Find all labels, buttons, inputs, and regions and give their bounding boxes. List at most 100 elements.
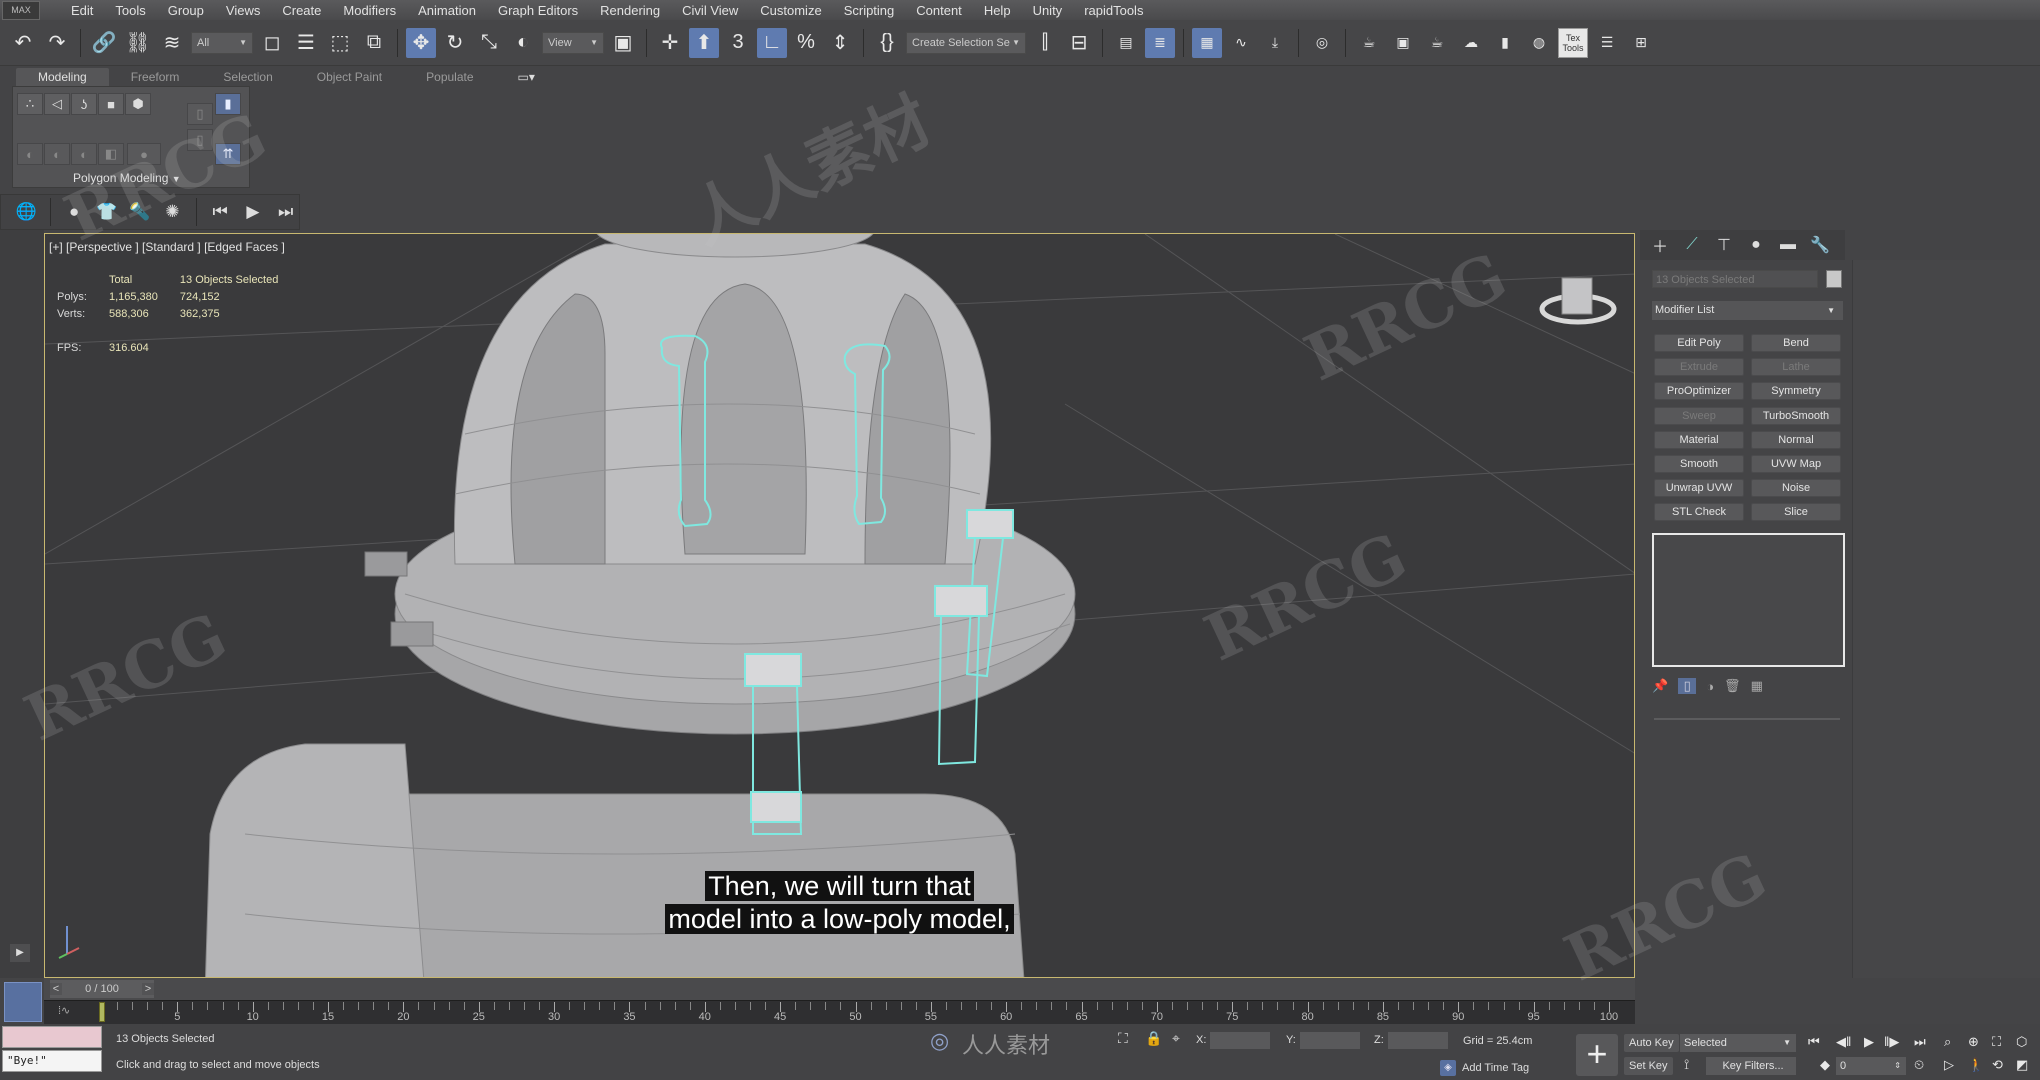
viewport-layout-icon[interactable]: ⊞	[1626, 28, 1656, 58]
pin-stack-icon[interactable]: 📌	[1652, 678, 1668, 694]
shrink-icon[interactable]: ◐	[44, 143, 70, 165]
remove-modifier-icon[interactable]: 🗑	[1724, 678, 1741, 694]
menu-tools[interactable]: Tools	[104, 3, 156, 18]
menu-content[interactable]: Content	[905, 3, 973, 18]
current-frame-marker[interactable]	[99, 1002, 105, 1022]
set-key-button[interactable]: Set Key	[1624, 1057, 1673, 1075]
selection-filter-dropdown[interactable]: All ▼	[191, 31, 253, 54]
modifier-button-noise[interactable]: Noise	[1751, 479, 1841, 498]
border-mode-icon[interactable]: ʖ	[71, 93, 97, 115]
modifier-button-extrude[interactable]: Extrude	[1654, 358, 1744, 377]
mini-curve-editor-icon[interactable]: ⁞∿	[58, 1004, 70, 1017]
render-production-icon[interactable]: ☕	[1422, 28, 1452, 58]
ribbon-toggle-icon[interactable]: ▦	[1192, 27, 1222, 58]
modifier-button-lathe[interactable]: Lathe	[1751, 358, 1841, 377]
menu-civil-view[interactable]: Civil View	[671, 3, 749, 18]
key-mode-toggle-icon[interactable]: ◆	[1820, 1057, 1830, 1073]
modifier-button-sweep[interactable]: Sweep	[1654, 406, 1744, 425]
menu-graph-editors[interactable]: Graph Editors	[487, 3, 589, 18]
zoom-icon[interactable]: ⌕	[1944, 1034, 1951, 1050]
zoom-extents-icon[interactable]: ⛶	[1992, 1034, 2001, 1050]
next-frame-icon[interactable]: >	[141, 983, 154, 995]
object-color-swatch[interactable]	[1826, 270, 1842, 288]
motion-tab-icon[interactable]: ●	[1744, 233, 1768, 257]
tab-populate[interactable]: Populate	[404, 68, 495, 86]
collapse-stack-icon[interactable]: ▯	[187, 103, 213, 125]
go-to-start-icon[interactable]: ⏮	[1808, 1034, 1820, 1050]
rotate-icon[interactable]: ↻	[440, 28, 470, 58]
time-slider[interactable]: < 0 / 100 >	[44, 978, 1635, 1000]
key-mode-dropdown[interactable]: Selected ▼	[1680, 1034, 1796, 1052]
modifier-button-uvw-map[interactable]: UVW Map	[1751, 455, 1841, 473]
modifier-button-symmetry[interactable]: Symmetry	[1751, 382, 1841, 401]
show-end-result-icon[interactable]: ▮	[215, 93, 241, 115]
menu-scripting[interactable]: Scripting	[833, 3, 906, 18]
tab-object-paint[interactable]: Object Paint	[295, 68, 404, 86]
layer-explorer-icon[interactable]: ≣	[1145, 27, 1175, 58]
y-coordinate-field[interactable]	[1300, 1032, 1360, 1049]
configure-modifier-sets-icon[interactable]: ▦	[1751, 678, 1763, 694]
loop-icon[interactable]: ◐	[71, 143, 97, 165]
tab-modeling[interactable]: Modeling	[16, 68, 109, 86]
angle-snap-icon[interactable]: ∟	[757, 27, 787, 58]
show-end-result-icon[interactable]: ▯	[1678, 678, 1697, 694]
element-mode-icon[interactable]: ⬢	[125, 93, 151, 115]
align-icon[interactable]: ⊟	[1064, 28, 1094, 58]
menu-customize[interactable]: Customize	[749, 3, 832, 18]
particle-icon[interactable]: ✺	[159, 198, 186, 226]
render-setup-icon[interactable]: ☕	[1354, 28, 1384, 58]
first-frame-gear-icon[interactable]: ⏮	[207, 198, 234, 226]
key-filters-button[interactable]: Key Filters...	[1706, 1057, 1796, 1075]
mirror-icon[interactable]: ⫿	[1030, 28, 1060, 58]
percent-snap-icon[interactable]: %	[791, 28, 821, 58]
spinner-snap-icon[interactable]: ⇕	[825, 28, 855, 58]
track-bar[interactable]: ⁞∿ 5 10 15 20 25 30 35 40 45 50 55 60 65 70 75 80 85 90 95…	[44, 1000, 1635, 1024]
curve-editor-icon[interactable]: ∿	[1226, 28, 1256, 58]
box-icon[interactable]: ▮	[1490, 28, 1520, 58]
modifier-button-smooth[interactable]: Smooth	[1654, 455, 1744, 473]
rect-selection-icon[interactable]: ⬚	[325, 28, 355, 58]
default-in-out-tangents-icon[interactable]: ⟟	[1684, 1056, 1689, 1073]
hierarchy-tab-icon[interactable]: ⊤	[1712, 233, 1736, 257]
modifier-list-dropdown[interactable]: Modifier List ▼	[1652, 301, 1843, 320]
light-icon[interactable]: 🔦	[126, 198, 153, 226]
ring-icon[interactable]: ◧	[98, 143, 124, 165]
menu-modifiers[interactable]: Modifiers	[332, 3, 407, 18]
menu-animation[interactable]: Animation	[407, 3, 487, 18]
create-tab-icon[interactable]: ＋	[1648, 233, 1672, 257]
time-slider-thumb[interactable]: < 0 / 100 >	[50, 980, 154, 998]
isolate-selection-icon[interactable]: ⛶	[1118, 1030, 1128, 1047]
redo-icon[interactable]: ↷	[42, 28, 72, 58]
previous-key-icon[interactable]: ◀‖	[1836, 1034, 1851, 1050]
field-of-view-icon[interactable]: ▷	[1944, 1057, 1954, 1073]
soft-selection-icon[interactable]: ●	[127, 143, 161, 165]
previous-frame-icon[interactable]: <	[50, 983, 62, 995]
modifier-button-turbosmooth[interactable]: TurboSmooth	[1751, 406, 1841, 425]
collapse-icon[interactable]: ▯	[187, 129, 213, 151]
menu-edit[interactable]: Edit	[60, 3, 104, 18]
next-gear-icon[interactable]: ⏭	[272, 198, 299, 226]
ribbon-options-icon[interactable]: ▭▾	[496, 68, 557, 86]
utilities-tab-icon[interactable]: 🔧	[1808, 233, 1832, 257]
x-coordinate-field[interactable]	[1210, 1032, 1270, 1049]
time-configuration-icon[interactable]: ⏲	[1914, 1057, 1924, 1073]
modifier-button-slice[interactable]: Slice	[1751, 503, 1841, 522]
current-frame-spinner[interactable]: 0 ⇕	[1836, 1057, 1906, 1075]
material-editor-icon[interactable]: ◎	[1307, 28, 1337, 58]
manipulate-icon[interactable]: ✛	[655, 28, 685, 58]
viewport-layouts-tab[interactable]	[4, 982, 42, 1022]
auto-key-button[interactable]: Auto Key	[1624, 1034, 1679, 1052]
maxscript-mini-listener-input[interactable]	[2, 1026, 102, 1048]
modifier-button-prooptimizer[interactable]: ProOptimizer	[1654, 382, 1744, 401]
vertex-mode-icon[interactable]: ∴	[17, 93, 43, 115]
menu-group[interactable]: Group	[157, 3, 215, 18]
sphere-icon[interactable]: ●	[61, 198, 88, 226]
reference-coord-dropdown[interactable]: View ▼	[542, 31, 604, 54]
grow-icon[interactable]: ◐	[17, 143, 43, 165]
edit-named-selection-icon[interactable]: {}	[872, 28, 902, 58]
modifier-button-unwrap-uvw[interactable]: Unwrap UVW	[1654, 479, 1744, 498]
texttools-icon[interactable]: Tex Tools	[1558, 27, 1588, 58]
modifier-button-edit-poly[interactable]: Edit Poly	[1654, 334, 1744, 352]
modifier-stack[interactable]	[1652, 533, 1845, 667]
next-key-icon[interactable]: ‖▶	[1884, 1034, 1899, 1050]
